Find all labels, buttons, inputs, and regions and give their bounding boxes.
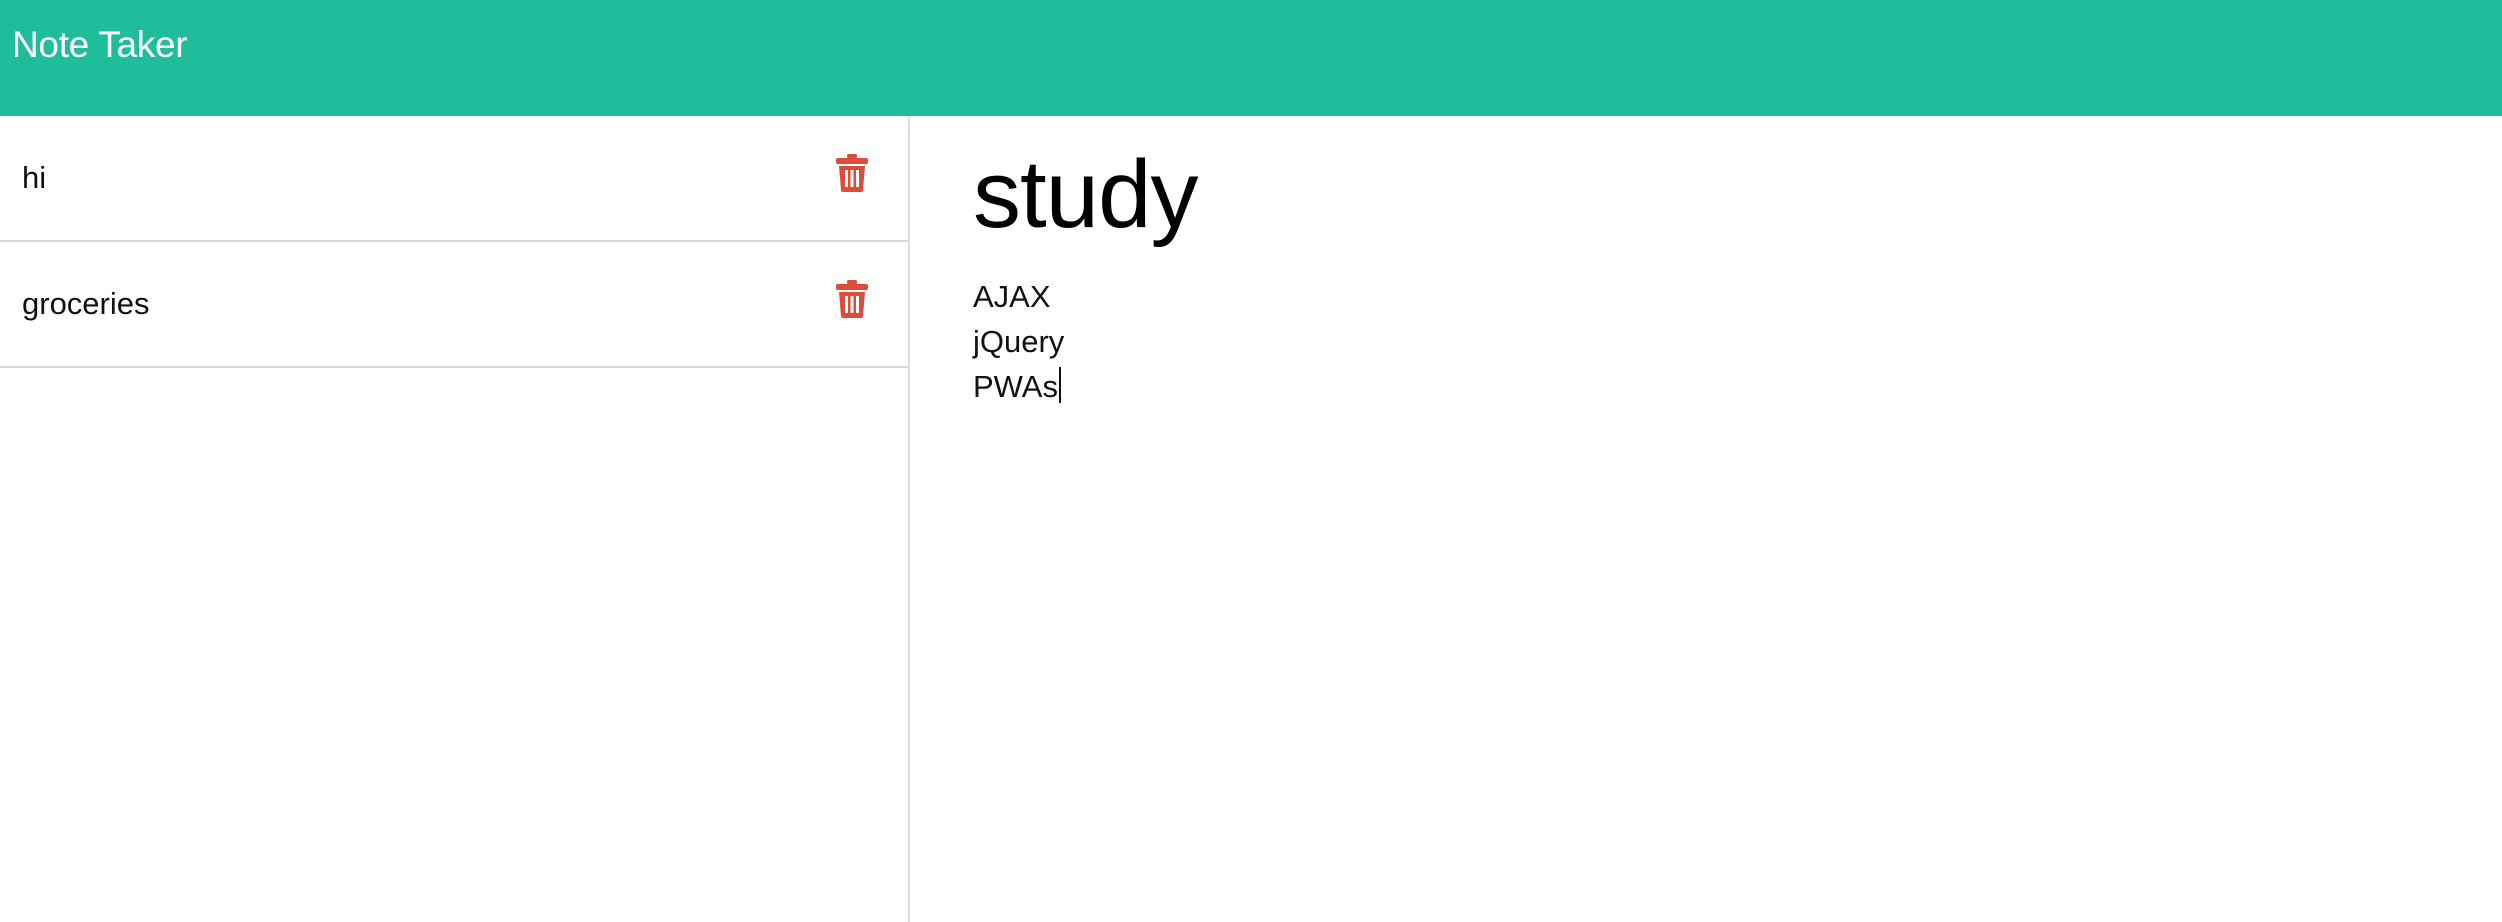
note-body-line-text: PWAs <box>973 369 1058 404</box>
trash-icon <box>836 154 868 192</box>
list-item[interactable]: groceries <box>0 242 908 368</box>
list-item[interactable]: hi <box>0 116 908 242</box>
note-body-line: AJAX <box>973 279 1051 314</box>
delete-note-button[interactable] <box>836 154 868 192</box>
text-caret <box>1058 367 1061 403</box>
note-title[interactable]: hi <box>22 158 46 198</box>
delete-note-button[interactable] <box>836 280 868 318</box>
note-title[interactable]: groceries <box>22 284 150 324</box>
trash-icon <box>836 280 868 318</box>
note-title-input[interactable]: study <box>973 138 1198 252</box>
app-brand[interactable]: Note Taker <box>12 22 188 68</box>
navbar: Note Taker <box>0 0 2502 116</box>
note-editor: study AJAX jQuery PWAs <box>910 116 2502 922</box>
note-body-line: PWAs <box>973 364 1064 409</box>
note-body-line: jQuery <box>973 324 1065 359</box>
note-body-textarea[interactable]: AJAX jQuery PWAs <box>973 274 1064 409</box>
note-list: hi groceries <box>0 116 908 368</box>
note-list-panel: hi groceries <box>0 116 910 922</box>
